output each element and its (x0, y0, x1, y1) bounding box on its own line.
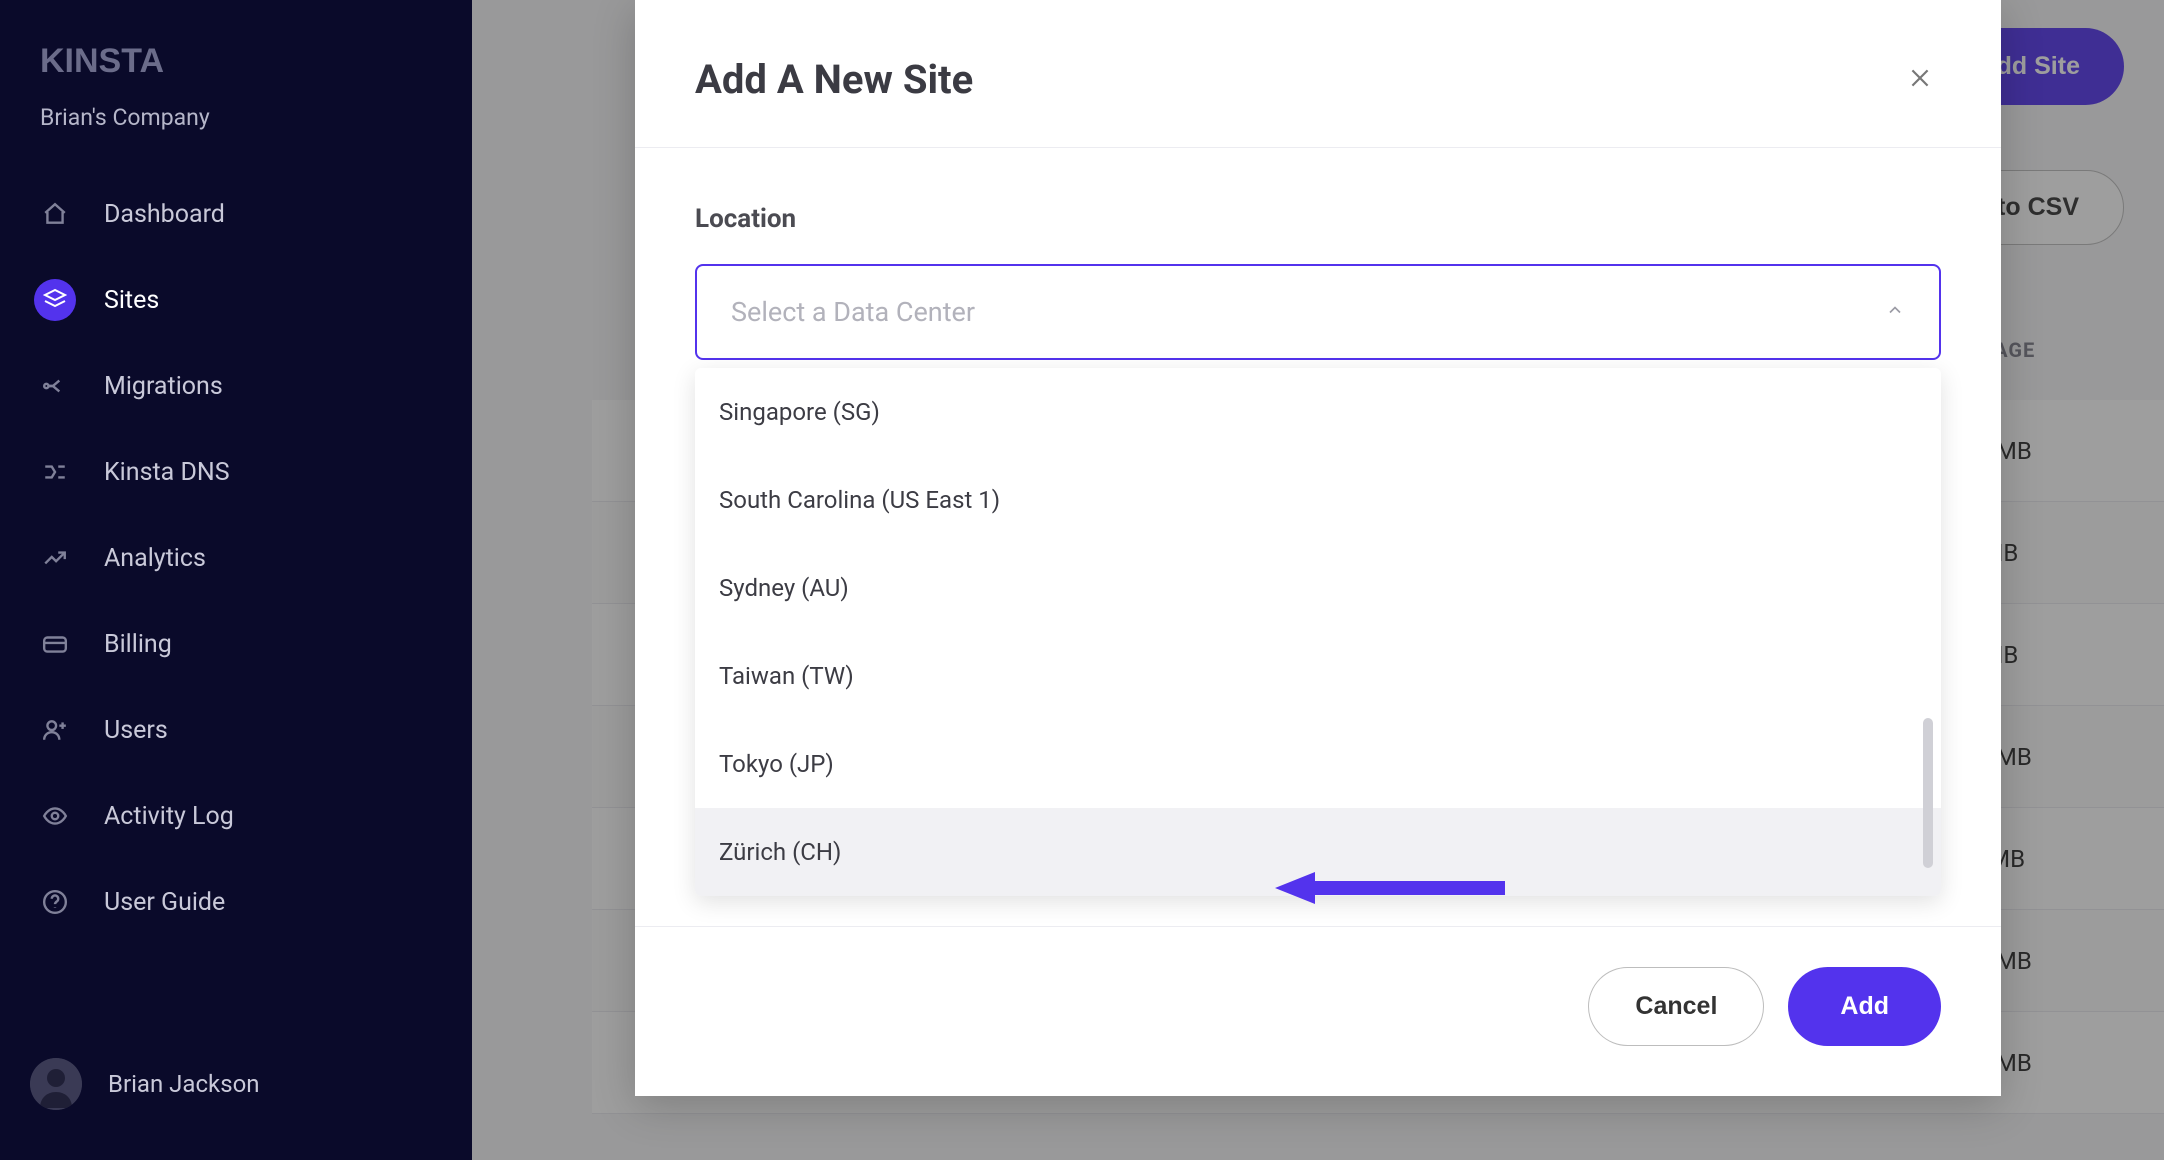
sidebar-item-label: User Guide (104, 888, 225, 917)
kinsta-logo-icon: KINSTA (40, 40, 220, 80)
route-icon (34, 451, 76, 493)
merge-icon (34, 365, 76, 407)
modal-title: Add A New Site (695, 56, 973, 103)
modal-overlay: Add A New Site Location Select a Data Ce… (472, 0, 2164, 1160)
sidebar-item-label: Migrations (104, 372, 223, 401)
option-tokyo[interactable]: Tokyo (JP) (695, 720, 1941, 808)
modal-header: Add A New Site (635, 0, 2001, 148)
option-taiwan[interactable]: Taiwan (TW) (695, 632, 1941, 720)
main-content: Add Site Export to CSV DISK USAGE 981.94… (472, 0, 2164, 1160)
close-icon (1907, 65, 1933, 91)
sidebar: KINSTA Brian's Company Dashboard Sites (0, 0, 472, 1160)
location-label: Location (695, 204, 1941, 234)
sidebar-item-dns[interactable]: Kinsta DNS (0, 429, 472, 515)
option-sydney[interactable]: Sydney (AU) (695, 544, 1941, 632)
sidebar-item-label: Dashboard (104, 200, 225, 229)
sidebar-item-billing[interactable]: Billing (0, 601, 472, 687)
close-button[interactable] (1899, 57, 1941, 102)
sidebar-item-dashboard[interactable]: Dashboard (0, 171, 472, 257)
sidebar-item-label: Kinsta DNS (104, 458, 230, 487)
sidebar-item-label: Sites (104, 286, 159, 315)
sidebar-item-analytics[interactable]: Analytics (0, 515, 472, 601)
svg-text:KINSTA: KINSTA (40, 42, 164, 80)
eye-icon (34, 795, 76, 837)
option-singapore[interactable]: Singapore (SG) (695, 368, 1941, 456)
option-zurich[interactable]: Zürich (CH) (695, 808, 1941, 896)
sidebar-item-users[interactable]: Users (0, 687, 472, 773)
select-placeholder: Select a Data Center (731, 296, 975, 328)
sidebar-item-label: Analytics (104, 544, 206, 573)
sidebar-item-activity[interactable]: Activity Log (0, 773, 472, 859)
sidebar-item-sites[interactable]: Sites (0, 257, 472, 343)
trend-icon (34, 537, 76, 579)
help-icon (34, 881, 76, 923)
datacenter-dropdown: Singapore (SG) South Carolina (US East 1… (695, 368, 1941, 896)
sidebar-item-label: Activity Log (104, 802, 234, 831)
sidebar-item-label: Billing (104, 630, 172, 659)
add-button[interactable]: Add (1788, 967, 1941, 1046)
datacenter-select[interactable]: Select a Data Center (695, 264, 1941, 360)
dropdown-scrollbar-thumb[interactable] (1923, 718, 1933, 868)
option-south-carolina[interactable]: South Carolina (US East 1) (695, 456, 1941, 544)
modal-footer: Cancel Add (635, 926, 2001, 1096)
card-icon (34, 623, 76, 665)
cancel-button[interactable]: Cancel (1588, 967, 1764, 1046)
sidebar-nav: Dashboard Sites Migrations Kinsta DNS (0, 171, 472, 945)
modal-body: Location Select a Data Center Singapore … (635, 148, 2001, 926)
add-site-modal: Add A New Site Location Select a Data Ce… (635, 0, 2001, 1096)
current-user[interactable]: Brian Jackson (0, 1038, 472, 1130)
avatar (30, 1058, 82, 1110)
company-name: Brian's Company (0, 104, 472, 171)
sidebar-item-label: Users (104, 716, 168, 745)
layers-icon (34, 279, 76, 321)
user-name: Brian Jackson (108, 1070, 260, 1098)
brand-logo: KINSTA (0, 30, 472, 104)
home-icon (34, 193, 76, 235)
sidebar-item-guide[interactable]: User Guide (0, 859, 472, 945)
user-plus-icon (34, 709, 76, 751)
chevron-up-icon (1885, 300, 1905, 324)
sidebar-item-migrations[interactable]: Migrations (0, 343, 472, 429)
